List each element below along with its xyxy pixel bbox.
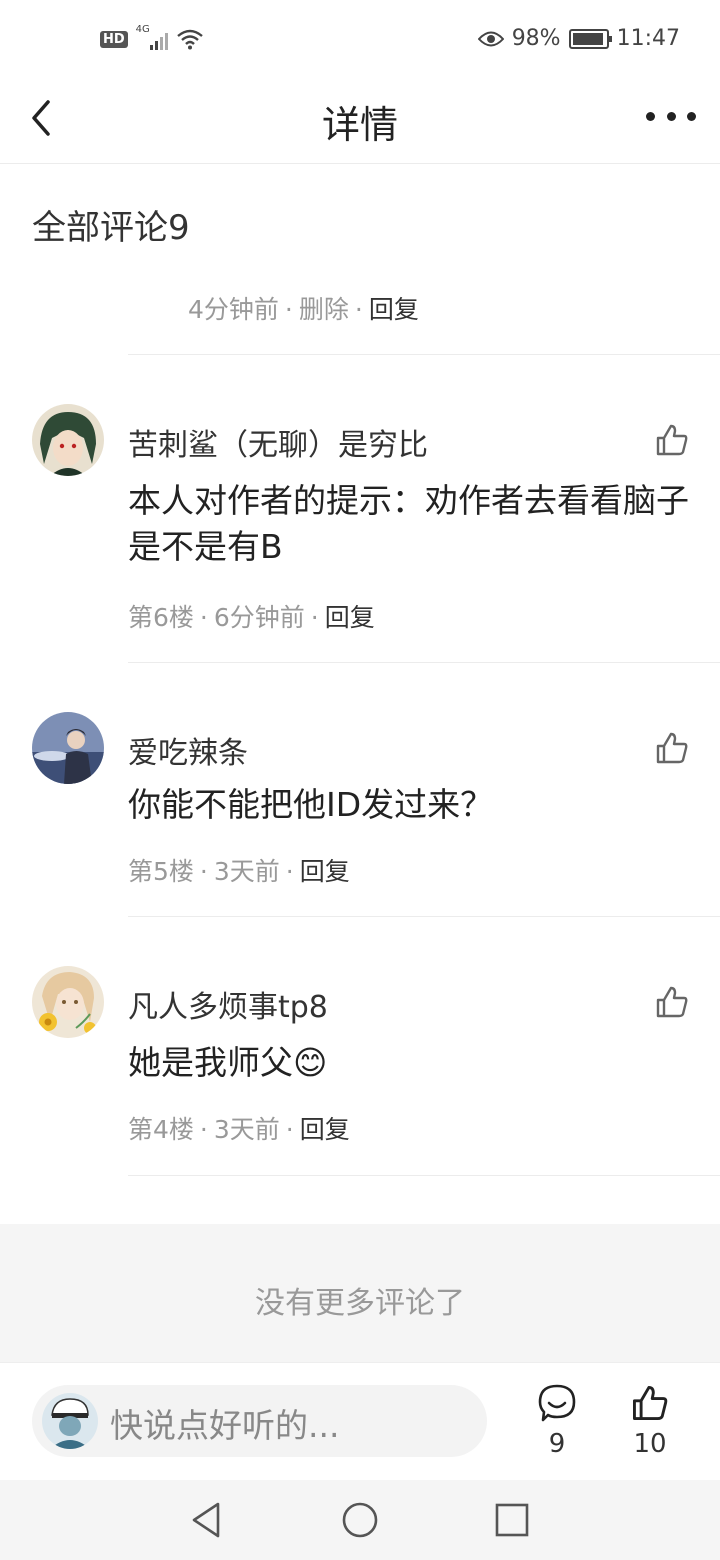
- comment-action[interactable]: 9: [527, 1383, 587, 1459]
- comment-time: 3天前: [213, 1115, 280, 1144]
- divider: [128, 354, 720, 355]
- header: 详情: [0, 80, 720, 164]
- input-placeholder: 快说点好听的...: [110, 1406, 340, 1445]
- reply-button[interactable]: 回复: [300, 857, 350, 886]
- like-action[interactable]: 10: [620, 1383, 680, 1459]
- nav-back-icon[interactable]: [186, 1500, 226, 1540]
- battery-percent: 98%: [511, 26, 561, 51]
- like-count: 10: [633, 1429, 667, 1459]
- comment-meta: 第5楼 · 3天前 · 回复: [128, 857, 350, 886]
- comment-input[interactable]: 快说点好听的...: [32, 1385, 487, 1457]
- my-avatar: [42, 1393, 98, 1449]
- status-right: 98% 11:47: [477, 26, 680, 51]
- avatar[interactable]: [32, 712, 104, 784]
- avatar[interactable]: [32, 966, 104, 1038]
- username[interactable]: 爱吃辣条: [128, 728, 248, 772]
- avatar[interactable]: [32, 404, 104, 476]
- comment-icon: [538, 1384, 576, 1422]
- system-nav-bar: [0, 1480, 720, 1560]
- page-title: 详情: [321, 103, 398, 147]
- hd-badge: HD: [100, 30, 128, 48]
- comment-text: 本人对作者的提示：劝作者去看看脑子是不是有B: [128, 481, 689, 566]
- reply-button[interactable]: 回复: [300, 1115, 350, 1144]
- divider: [128, 1175, 720, 1176]
- thumbs-up-icon[interactable]: [654, 984, 690, 1020]
- comment-meta: 第6楼 · 6分钟前 · 回复: [128, 603, 375, 632]
- floor-number: 第5楼: [128, 857, 194, 886]
- comment-meta: 第4楼 · 3天前 · 回复: [128, 1115, 350, 1144]
- comment-time: 3天前: [213, 857, 280, 886]
- divider: [128, 662, 720, 663]
- clock: 11:47: [616, 26, 680, 51]
- comment-count: 9: [548, 1429, 566, 1459]
- comment-text: 她是我师父😊: [128, 1043, 328, 1082]
- floor-number: 第4楼: [128, 1115, 194, 1144]
- no-more-comments: 没有更多评论了: [0, 1224, 720, 1362]
- more-icon[interactable]: [646, 106, 696, 126]
- status-left: HD 4G: [100, 24, 204, 50]
- eye-icon: [477, 31, 504, 46]
- floor-number: 第6楼: [128, 603, 194, 632]
- battery-icon: [568, 28, 612, 49]
- divider: [128, 916, 720, 917]
- reply-button[interactable]: 回复: [325, 603, 375, 632]
- thumbs-up-icon[interactable]: [654, 730, 690, 766]
- comment-time: 4分钟前: [188, 295, 279, 324]
- status-bar: HD 4G 98% 11:47: [0, 0, 720, 80]
- thumbs-up-icon: [633, 1386, 668, 1420]
- reply-button[interactable]: 回复: [369, 295, 419, 324]
- network-type: 4G: [135, 24, 150, 35]
- nav-recents-icon[interactable]: [492, 1500, 532, 1540]
- bottom-action-bar: 快说点好听的... 9 10: [0, 1362, 720, 1480]
- username[interactable]: 苦刺鲨（无聊）是穷比: [128, 420, 428, 464]
- no-more-label: 没有更多评论了: [255, 1286, 465, 1321]
- delete-button[interactable]: 删除: [299, 295, 349, 324]
- comments-count-title: 全部评论9: [32, 208, 190, 248]
- comment-time: 6分钟前: [213, 603, 305, 632]
- wifi-icon: [176, 29, 203, 50]
- comment-text: 你能不能把他ID发过来？: [128, 785, 494, 824]
- thumbs-up-icon[interactable]: [654, 422, 690, 458]
- signal-icon: 4G: [136, 24, 168, 50]
- username[interactable]: 凡人多烦事tp8: [128, 982, 328, 1026]
- comment-meta: 4分钟前 · 删除 · 回复: [188, 295, 419, 324]
- nav-home-icon[interactable]: [340, 1500, 380, 1540]
